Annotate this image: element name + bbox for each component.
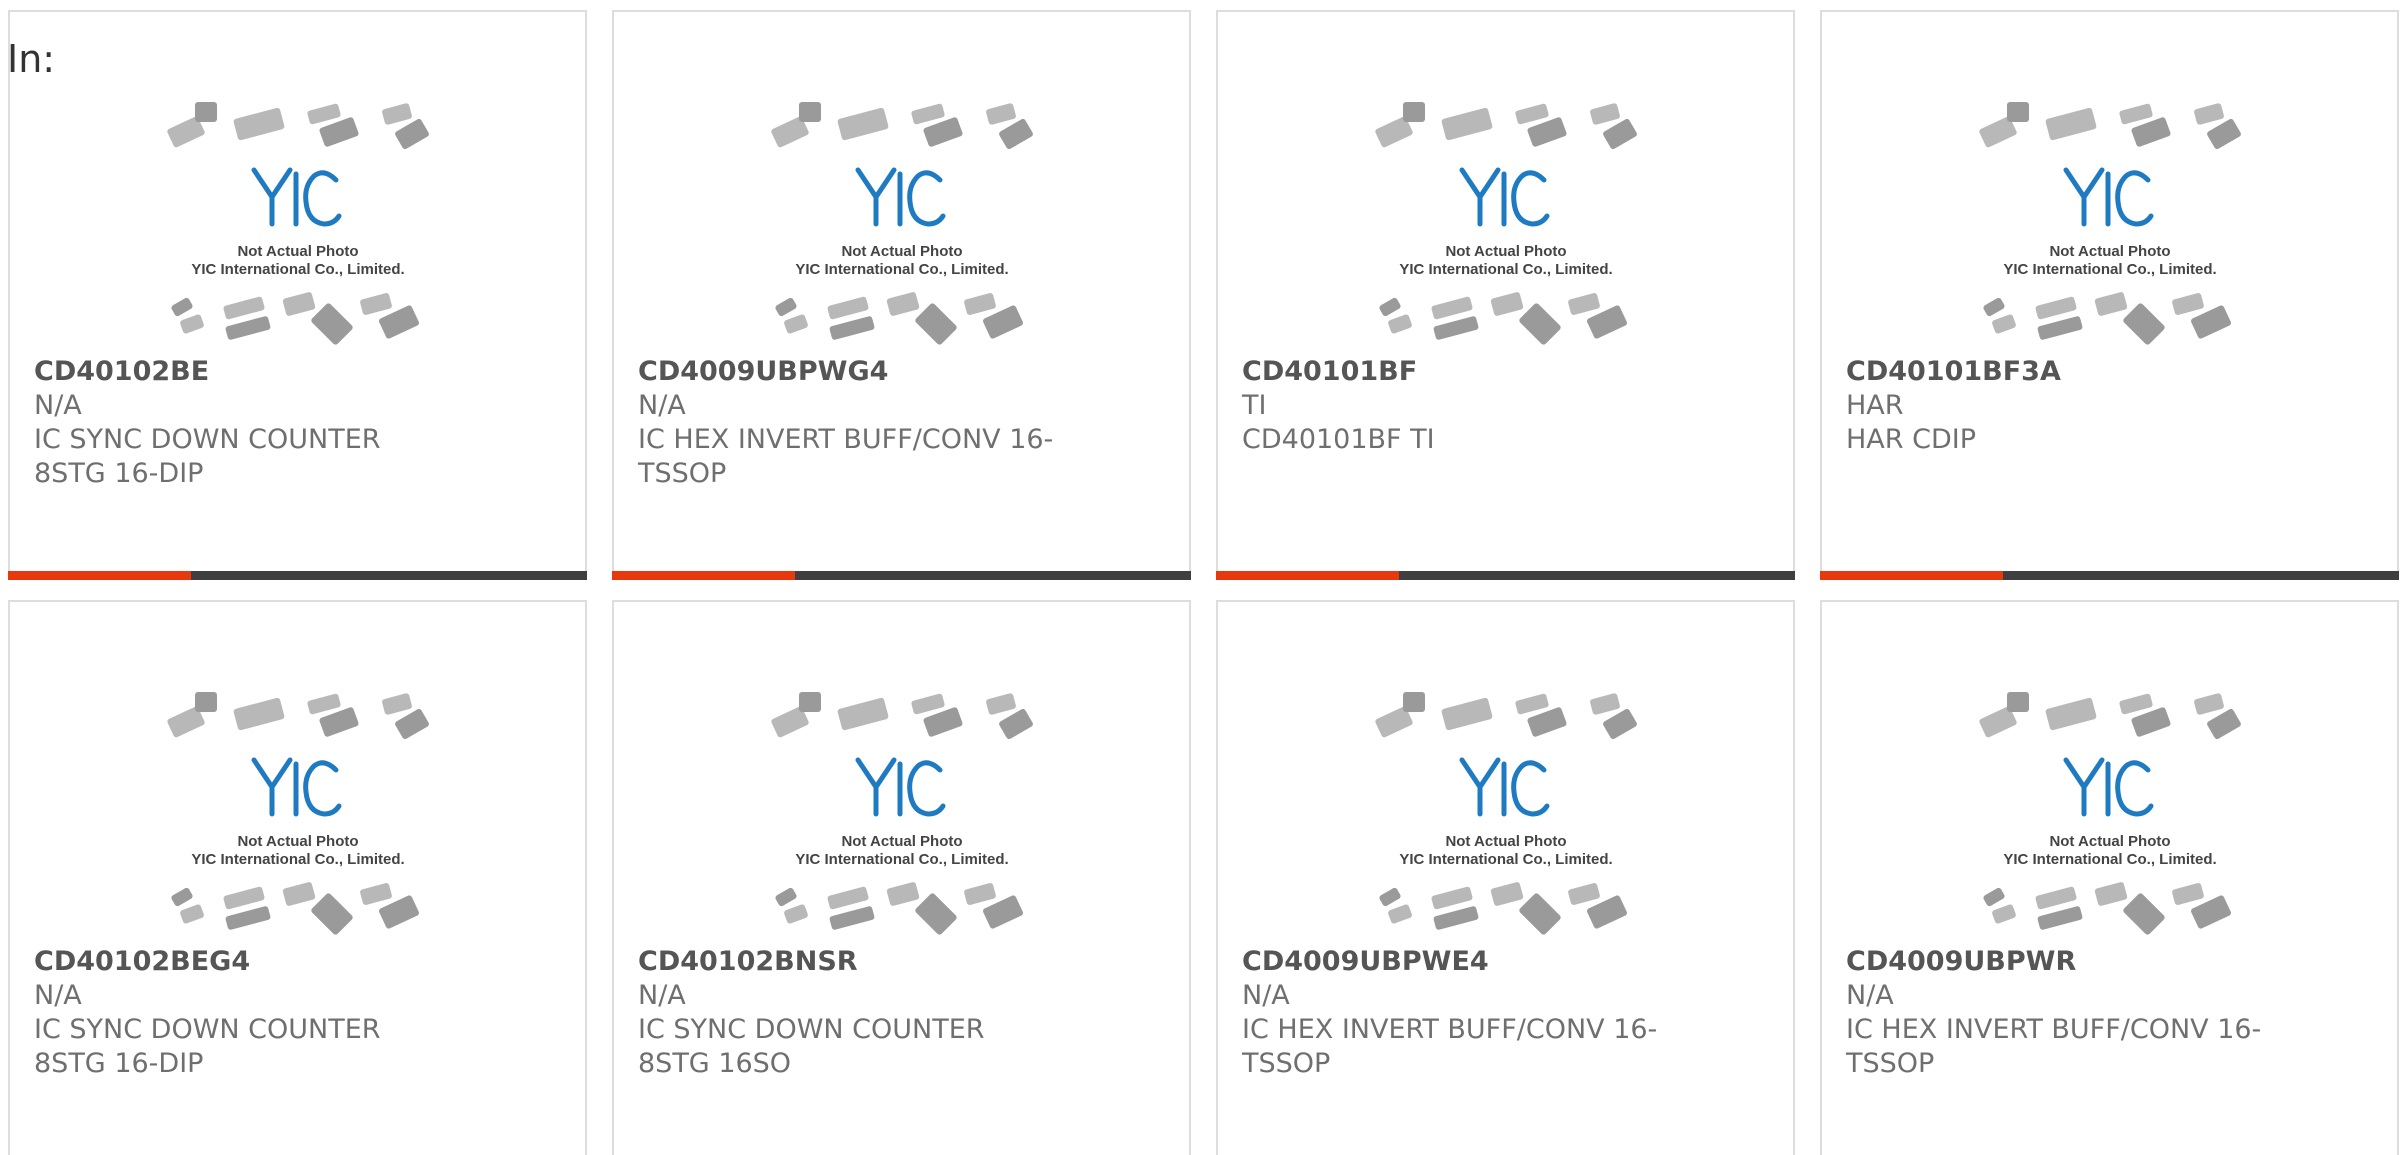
product-info: CD40101BF TI CD40101BF TI bbox=[1242, 355, 1662, 457]
product-card[interactable]: Not Actual Photo YIC International Co., L… bbox=[612, 600, 1191, 1155]
description-text: IC SYNC DOWN COUNTER 8STG 16-DIP bbox=[34, 1014, 381, 1079]
placeholder-line2: YIC International Co., Limited. bbox=[191, 261, 404, 278]
yic-logo bbox=[251, 167, 342, 227]
placeholder-line1: Not Actual Photo bbox=[2049, 243, 2170, 260]
card-underline bbox=[8, 571, 587, 580]
placeholder-line2: YIC International Co., Limited. bbox=[191, 851, 404, 868]
manufacturer-text: N/A bbox=[638, 980, 686, 1011]
product-card[interactable]: Not Actual Photo YIC International Co., L… bbox=[8, 10, 587, 580]
placeholder-line2: YIC International Co., Limited. bbox=[2003, 261, 2216, 278]
description-text: IC SYNC DOWN COUNTER 8STG 16SO bbox=[638, 1014, 985, 1079]
product-photo[interactable]: Not Actual Photo YIC International Co., L… bbox=[768, 692, 1036, 942]
manufacturer-text: N/A bbox=[34, 980, 82, 1011]
placeholder-line1: Not Actual Photo bbox=[1445, 833, 1566, 850]
product-listing-page: In: Not Actual Photo YIC International Co… bbox=[0, 0, 2400, 1155]
product-photo[interactable]: Not Actual Photo YIC International Co., L… bbox=[1976, 692, 2244, 942]
yic-logo bbox=[1459, 757, 1550, 817]
description-text: IC HEX INVERT BUFF/CONV 16-TSSOP bbox=[1242, 1014, 1658, 1079]
description-text: IC HEX INVERT BUFF/CONV 16-TSSOP bbox=[638, 424, 1054, 489]
manufacturer-text: N/A bbox=[1242, 980, 1290, 1011]
product-grid: Not Actual Photo YIC International Co., L… bbox=[8, 10, 2400, 1155]
product-photo[interactable]: Not Actual Photo YIC International Co., L… bbox=[1976, 102, 2244, 352]
product-photo[interactable]: Not Actual Photo YIC International Co., L… bbox=[164, 692, 432, 942]
placeholder-line1: Not Actual Photo bbox=[237, 243, 358, 260]
product-card[interactable]: Not Actual Photo YIC International Co., L… bbox=[612, 10, 1191, 580]
yic-logo bbox=[2063, 167, 2154, 227]
manufacturer-text: N/A bbox=[34, 390, 82, 421]
placeholder-line1: Not Actual Photo bbox=[1445, 243, 1566, 260]
placeholder-line2: YIC International Co., Limited. bbox=[1399, 851, 1612, 868]
placeholder-line1: Not Actual Photo bbox=[237, 833, 358, 850]
yic-logo bbox=[2063, 757, 2154, 817]
product-info: CD4009UBPWR N/A IC HEX INVERT BUFF/CONV … bbox=[1846, 945, 2266, 1081]
placeholder-line1: Not Actual Photo bbox=[2049, 833, 2170, 850]
yic-logo bbox=[855, 757, 946, 817]
placeholder-line2: YIC International Co., Limited. bbox=[1399, 261, 1612, 278]
part-number-link[interactable]: CD4009UBPWE4 bbox=[1242, 945, 1662, 979]
product-info: CD40102BE N/A IC SYNC DOWN COUNTER 8STG … bbox=[34, 355, 454, 491]
manufacturer-text: HAR bbox=[1846, 390, 1904, 421]
part-number-link[interactable]: CD4009UBPWR bbox=[1846, 945, 2266, 979]
manufacturer-text: TI bbox=[1242, 390, 1267, 421]
placeholder-line2: YIC International Co., Limited. bbox=[795, 851, 1008, 868]
card-underline bbox=[612, 571, 1191, 580]
product-info: CD4009UBPWE4 N/A IC HEX INVERT BUFF/CONV… bbox=[1242, 945, 1662, 1081]
placeholder-line2: YIC International Co., Limited. bbox=[795, 261, 1008, 278]
product-card[interactable]: Not Actual Photo YIC International Co., L… bbox=[8, 600, 587, 1155]
product-photo[interactable]: Not Actual Photo YIC International Co., L… bbox=[164, 102, 432, 352]
yic-logo bbox=[1459, 167, 1550, 227]
placeholder-line1: Not Actual Photo bbox=[841, 243, 962, 260]
description-text: IC SYNC DOWN COUNTER 8STG 16-DIP bbox=[34, 424, 381, 489]
placeholder-line1: Not Actual Photo bbox=[841, 833, 962, 850]
filter-label: In: bbox=[7, 37, 56, 81]
product-info: CD40102BNSR N/A IC SYNC DOWN COUNTER 8ST… bbox=[638, 945, 1058, 1081]
product-card[interactable]: Not Actual Photo YIC International Co., L… bbox=[1216, 10, 1795, 580]
product-info: CD4009UBPWG4 N/A IC HEX INVERT BUFF/CONV… bbox=[638, 355, 1058, 491]
description-text: HAR CDIP bbox=[1846, 424, 1977, 455]
card-underline bbox=[1216, 571, 1795, 580]
description-text: IC HEX INVERT BUFF/CONV 16-TSSOP bbox=[1846, 1014, 2262, 1079]
product-card[interactable]: Not Actual Photo YIC International Co., L… bbox=[1820, 10, 2399, 580]
part-number-link[interactable]: CD40102BE bbox=[34, 355, 454, 389]
part-number-link[interactable]: CD40101BF bbox=[1242, 355, 1662, 389]
product-photo[interactable]: Not Actual Photo YIC International Co., L… bbox=[1372, 102, 1640, 352]
yic-logo bbox=[251, 757, 342, 817]
product-card[interactable]: Not Actual Photo YIC International Co., L… bbox=[1820, 600, 2399, 1155]
part-number-link[interactable]: CD40102BEG4 bbox=[34, 945, 454, 979]
part-number-link[interactable]: CD40101BF3A bbox=[1846, 355, 2266, 389]
product-photo[interactable]: Not Actual Photo YIC International Co., L… bbox=[768, 102, 1036, 352]
manufacturer-text: N/A bbox=[1846, 980, 1894, 1011]
product-card[interactable]: Not Actual Photo YIC International Co., L… bbox=[1216, 600, 1795, 1155]
card-underline bbox=[1820, 571, 2399, 580]
product-info: CD40101BF3A HAR HAR CDIP bbox=[1846, 355, 2266, 457]
description-text: CD40101BF TI bbox=[1242, 424, 1435, 455]
part-number-link[interactable]: CD4009UBPWG4 bbox=[638, 355, 1058, 389]
product-photo[interactable]: Not Actual Photo YIC International Co., L… bbox=[1372, 692, 1640, 942]
manufacturer-text: N/A bbox=[638, 390, 686, 421]
part-number-link[interactable]: CD40102BNSR bbox=[638, 945, 1058, 979]
product-info: CD40102BEG4 N/A IC SYNC DOWN COUNTER 8ST… bbox=[34, 945, 454, 1081]
yic-logo bbox=[855, 167, 946, 227]
placeholder-line2: YIC International Co., Limited. bbox=[2003, 851, 2216, 868]
